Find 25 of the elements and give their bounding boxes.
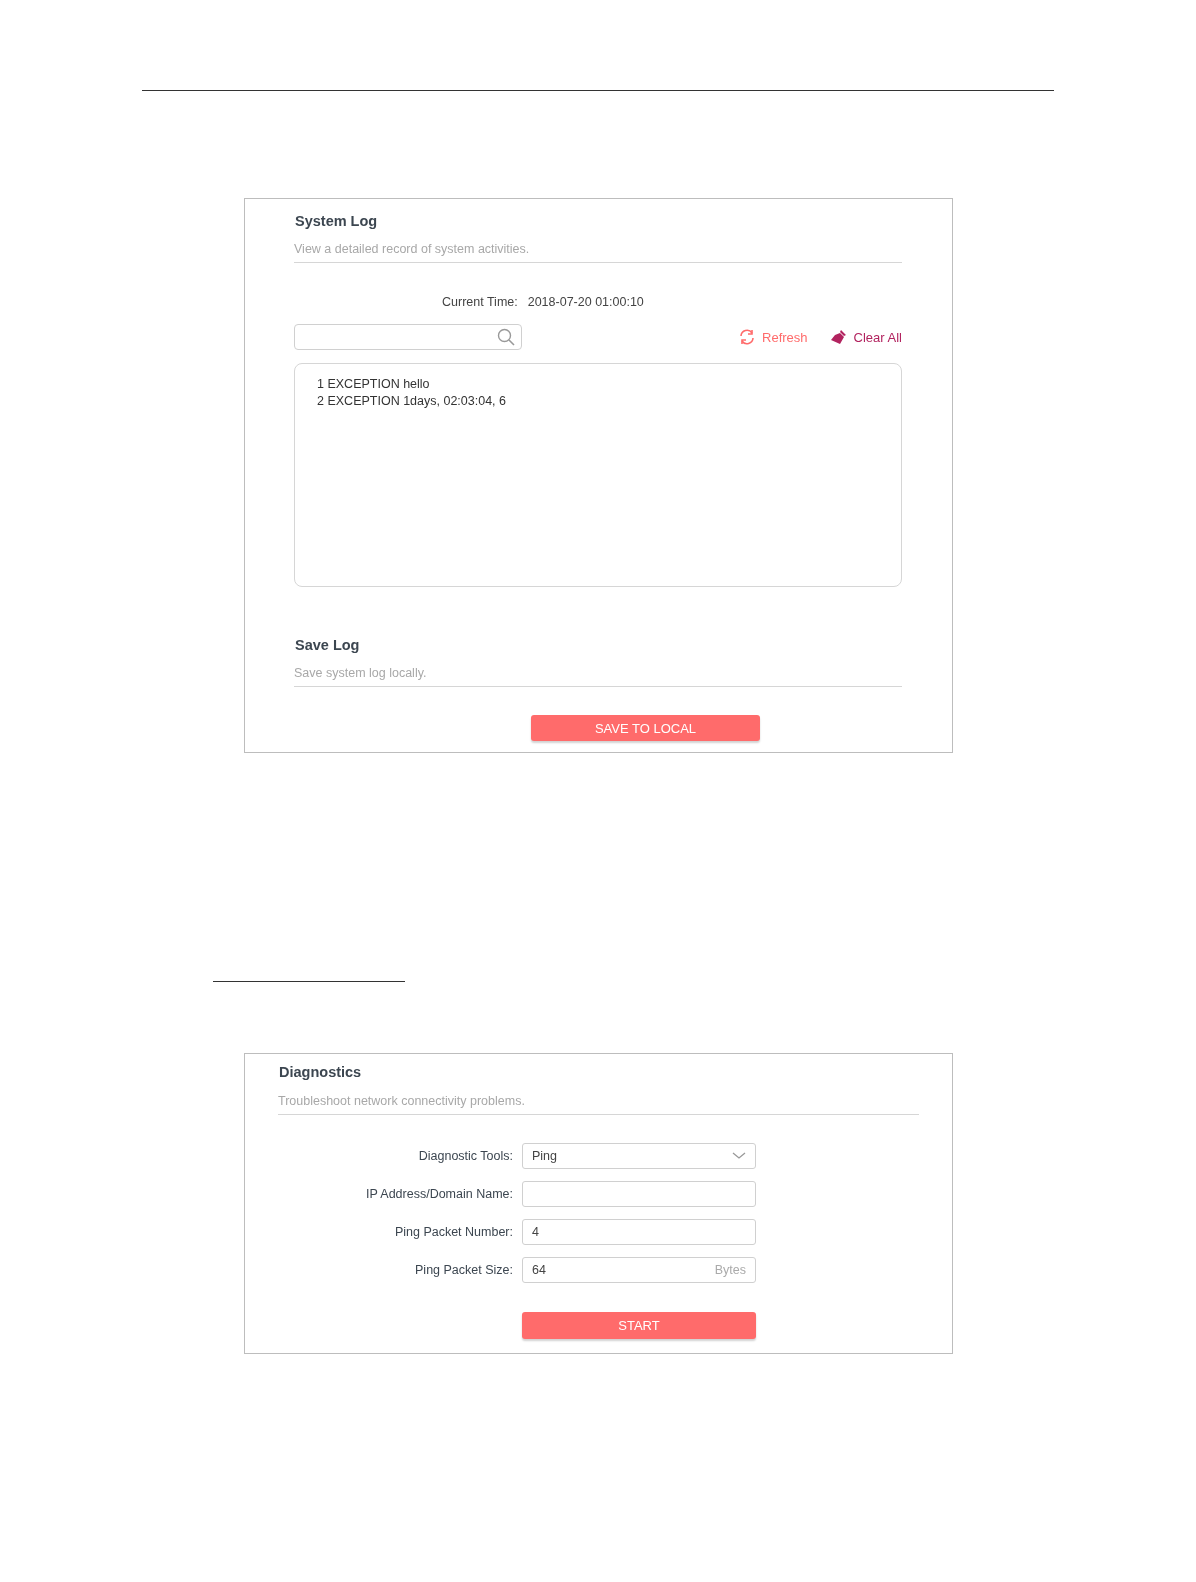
section-title: System Log: [294, 212, 379, 229]
current-time-value: 2018-07-20 01:00:10: [527, 295, 644, 309]
field-label: IP Address/Domain Name:: [364, 1187, 514, 1201]
field-label: Ping Packet Number:: [393, 1225, 514, 1239]
search-field[interactable]: [294, 324, 522, 350]
field-label: Diagnostic Tools:: [417, 1149, 514, 1163]
section-description: Save system log locally.: [294, 666, 902, 687]
chevron-down-icon: [732, 1152, 746, 1160]
search-icon: [497, 328, 515, 346]
log-line: 2 EXCEPTION 1days, 02:03:04, 6: [317, 393, 507, 410]
section-title: Save Log: [294, 636, 361, 653]
broom-icon: [829, 328, 848, 346]
current-time-label: Current Time:: [442, 295, 518, 309]
section-title: Diagnostics: [278, 1063, 363, 1080]
field-label: Ping Packet Size:: [414, 1263, 514, 1277]
dropdown[interactable]: Ping: [522, 1143, 756, 1169]
input-field[interactable]: 4: [522, 1219, 756, 1245]
section-description: Troubleshoot network connectivity problems.: [278, 1094, 919, 1115]
input-field[interactable]: [522, 1181, 756, 1207]
unit-label: Bytes: [714, 1263, 746, 1277]
clear-all-button[interactable]: Clear All: [829, 328, 902, 346]
input-field[interactable]: 64 Bytes: [522, 1257, 756, 1283]
log-line: 1 EXCEPTION hello: [317, 376, 431, 393]
section-description: View a detailed record of system activities.: [294, 242, 902, 263]
refresh-icon: [738, 329, 757, 345]
